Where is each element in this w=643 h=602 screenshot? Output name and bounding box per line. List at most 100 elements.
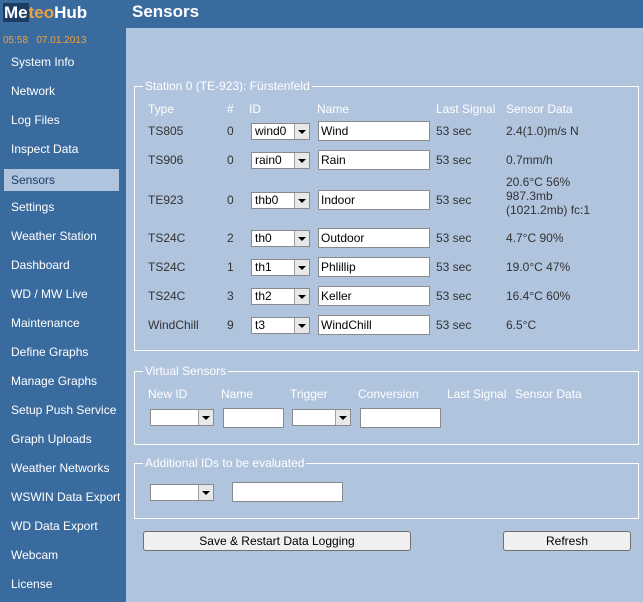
additional-ids-legend: Additional IDs to be evaluated	[145, 456, 305, 470]
sensor-type: TS24C	[148, 231, 186, 245]
sensor-name-input[interactable]: Keller	[318, 286, 430, 306]
sensor-id-select[interactable]: t3	[251, 317, 310, 334]
virtual-header-conversion: Conversion	[358, 387, 419, 401]
sensor-id-select[interactable]: thb0	[251, 192, 310, 209]
sensor-type: TE923	[148, 193, 184, 207]
chevron-down-icon	[294, 193, 309, 208]
sensor-last-signal: 53 sec	[436, 231, 472, 245]
sensor-last-signal: 53 sec	[436, 260, 472, 274]
chevron-down-icon	[198, 485, 213, 500]
save-restart-button[interactable]: Save & Restart Data Logging	[143, 531, 411, 551]
refresh-button[interactable]: Refresh	[503, 531, 631, 551]
virtual-header-last-signal: Last Signal	[447, 387, 507, 401]
col-header-sensor-data: Sensor Data	[506, 102, 573, 116]
virtual-sensors-panel: Virtual Sensors	[134, 364, 639, 445]
col-header-id: ID	[249, 102, 261, 116]
sidebar-item-graph-uploads[interactable]: Graph Uploads	[0, 428, 126, 457]
sidebar-item-wd-mw-live[interactable]: WD / MW Live	[0, 283, 126, 312]
sidebar-item-system-info[interactable]: System Info	[0, 51, 126, 80]
sensor-name-input[interactable]: Indoor	[318, 190, 430, 210]
virtual-header-name: Name	[221, 387, 254, 401]
sensor-name-input[interactable]: Rain	[318, 150, 430, 170]
sensor-id-select[interactable]: th2	[251, 288, 310, 305]
chevron-down-icon	[294, 289, 309, 304]
sidebar-item-setup-push-service[interactable]: Setup Push Service	[0, 399, 126, 428]
sensor-last-signal: 53 sec	[436, 193, 472, 207]
virtual-header-trigger: Trigger	[290, 387, 328, 401]
chevron-down-icon	[294, 318, 309, 333]
sidebar-item-network[interactable]: Network	[0, 80, 126, 109]
sensor-id-value: wind0	[255, 124, 287, 138]
sensor-data-line3: (1021.2mb) fc:1	[506, 203, 591, 217]
sensor-id-value: th1	[255, 260, 272, 274]
sidebar-item-wswin-data-export[interactable]: WSWIN Data Export	[0, 486, 126, 515]
clock-date: 07.01.2013	[36, 35, 87, 46]
sidebar-nav: System Info Network Log Files Inspect Data S…	[0, 51, 126, 602]
sidebar-item-weather-networks[interactable]: Weather Networks	[0, 457, 126, 486]
sensor-name-input[interactable]: Phlillip	[318, 257, 430, 277]
meteohub-logo: MeteoHub	[3, 3, 88, 22]
virtual-name-input[interactable]	[223, 408, 284, 428]
col-header-name: Name	[317, 102, 350, 116]
sidebar-item-weather-station[interactable]: Weather Station	[0, 225, 126, 254]
page-title: Sensors	[132, 2, 200, 21]
sidebar-item-wd-data-export[interactable]: WD Data Export	[0, 515, 126, 544]
sensor-type: TS24C	[148, 289, 186, 303]
chevron-down-icon	[335, 410, 350, 425]
sidebar-item-webcam[interactable]: Webcam	[0, 544, 126, 573]
additional-id-input[interactable]	[232, 482, 343, 502]
sensor-id-select[interactable]: wind0	[251, 123, 310, 140]
sensor-last-signal: 53 sec	[436, 318, 472, 332]
sidebar-item-maintenance[interactable]: Maintenance	[0, 312, 126, 341]
chevron-down-icon	[294, 260, 309, 275]
station-legend: Station 0 (TE-923): Fürstenfeld	[145, 79, 310, 93]
col-header-num: #	[227, 102, 234, 116]
virtual-trigger-select[interactable]	[292, 409, 351, 426]
sensor-last-signal: 53 sec	[436, 153, 472, 167]
sidebar-item-sensors[interactable]: Sensors	[4, 169, 119, 191]
sidebar: MeteoHub 05:58 07.01.2013 System Info Net…	[0, 0, 126, 602]
clock: 05:58 07.01.2013	[3, 35, 86, 46]
sidebar-item-define-graphs[interactable]: Define Graphs	[0, 341, 126, 370]
sidebar-item-settings[interactable]: Settings	[0, 196, 126, 225]
chevron-down-icon	[294, 124, 309, 139]
sidebar-item-manage-graphs[interactable]: Manage Graphs	[0, 370, 126, 399]
chevron-down-icon	[294, 231, 309, 246]
sidebar-item-license[interactable]: License	[0, 573, 126, 602]
virtual-conversion-input[interactable]	[360, 408, 441, 428]
sensor-id-select[interactable]: rain0	[251, 152, 310, 169]
sensor-last-signal: 53 sec	[436, 289, 472, 303]
sensor-number: 0	[227, 124, 234, 138]
sensor-data-line2: 987.3mb	[506, 189, 553, 203]
sensor-id-value: th2	[255, 289, 272, 303]
sensor-last-signal: 53 sec	[436, 124, 472, 138]
sensor-name-input[interactable]: Outdoor	[318, 228, 430, 248]
sensor-data: 19.0°C 47%	[506, 260, 571, 274]
virtual-header-sensor-data: Sensor Data	[515, 387, 582, 401]
virtual-new-id-select[interactable]	[150, 409, 214, 426]
sensor-data: 0.7mm/h	[506, 153, 553, 167]
col-header-last-signal: Last Signal	[436, 102, 496, 116]
virtual-sensors-legend: Virtual Sensors	[145, 364, 227, 378]
sidebar-item-dashboard[interactable]: Dashboard	[0, 254, 126, 283]
virtual-header-new-id: New ID	[148, 387, 188, 401]
sensor-id-value: rain0	[255, 153, 282, 167]
sensor-name-input[interactable]: Wind	[318, 121, 430, 141]
sensor-type: WindChill	[148, 318, 199, 332]
sidebar-item-inspect-data[interactable]: Inspect Data	[0, 138, 126, 167]
sensor-number: 0	[227, 193, 234, 207]
sensor-type: TS24C	[148, 260, 186, 274]
sensor-data: 16.4°C 60%	[506, 289, 571, 303]
sensor-id-value: t3	[255, 318, 266, 332]
sensor-id-value: thb0	[255, 193, 279, 207]
sensor-name-input[interactable]: WindChill	[318, 315, 430, 335]
sidebar-item-log-files[interactable]: Log Files	[0, 109, 126, 138]
header-bar: Sensors	[126, 0, 643, 28]
sensor-id-select[interactable]: th0	[251, 230, 310, 247]
clock-time: 05:58	[3, 35, 29, 46]
sensor-data: 6.5°C	[506, 318, 537, 332]
chevron-down-icon	[294, 153, 309, 168]
additional-id-select[interactable]	[150, 484, 214, 501]
sensor-id-select[interactable]: th1	[251, 259, 310, 276]
sensor-id-value: th0	[255, 231, 272, 245]
